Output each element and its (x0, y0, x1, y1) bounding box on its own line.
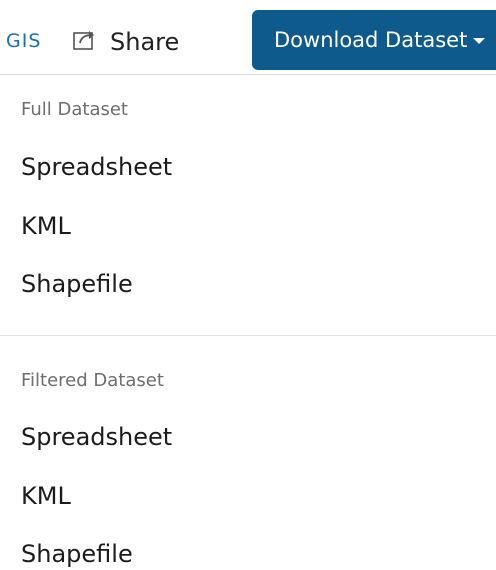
download-dropdown-menu: Full Dataset Spreadsheet KML Shapefile F… (0, 74, 496, 570)
menu-item-filtered-kml[interactable]: KML (21, 482, 71, 510)
menu-item-full-spreadsheet[interactable]: Spreadsheet (21, 153, 172, 181)
share-button[interactable]: Share (72, 24, 179, 60)
menu-divider (0, 335, 496, 336)
caret-down-icon (473, 38, 486, 44)
download-dataset-button[interactable]: Download Dataset (252, 10, 496, 70)
gis-link[interactable]: GIS (6, 30, 41, 52)
menu-item-filtered-shapefile[interactable]: Shapefile (21, 540, 133, 568)
menu-item-filtered-spreadsheet[interactable]: Spreadsheet (21, 423, 172, 451)
share-icon (72, 27, 110, 57)
menu-item-full-shapefile[interactable]: Shapefile (21, 270, 133, 298)
section-header-full-dataset: Full Dataset (21, 99, 128, 120)
toolbar: GIS Share Download Dataset (0, 0, 496, 75)
section-header-filtered-dataset: Filtered Dataset (21, 370, 164, 391)
download-dataset-label: Download Dataset (274, 28, 468, 52)
menu-item-full-kml[interactable]: KML (21, 212, 71, 240)
share-label: Share (110, 28, 180, 56)
